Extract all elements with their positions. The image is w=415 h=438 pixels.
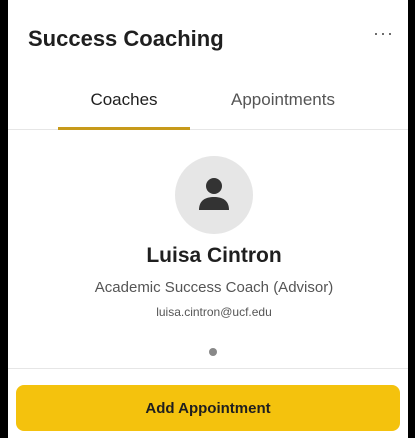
- pager-dot[interactable]: [209, 348, 217, 356]
- person-icon: [199, 178, 229, 210]
- avatar: [175, 156, 253, 234]
- active-tab-indicator: [58, 127, 190, 130]
- divider: [8, 368, 408, 369]
- tab-bar: Coaches Appointments: [8, 78, 408, 130]
- coach-name: Luisa Cintron: [146, 244, 282, 267]
- tab-appointments[interactable]: Appointments: [208, 78, 358, 130]
- success-coaching-card: Success Coaching ··· Coaches Appointment…: [8, 0, 408, 438]
- coach-role: Academic Success Coach (Advisor): [94, 279, 334, 296]
- add-appointment-button[interactable]: Add Appointment: [16, 385, 400, 431]
- more-options-icon[interactable]: ···: [373, 24, 394, 42]
- coach-email: luisa.cintron@ucf.edu: [156, 305, 272, 319]
- card-title: Success Coaching: [28, 26, 224, 51]
- tab-coaches[interactable]: Coaches: [58, 78, 190, 130]
- card-header: Success Coaching ···: [8, 0, 408, 78]
